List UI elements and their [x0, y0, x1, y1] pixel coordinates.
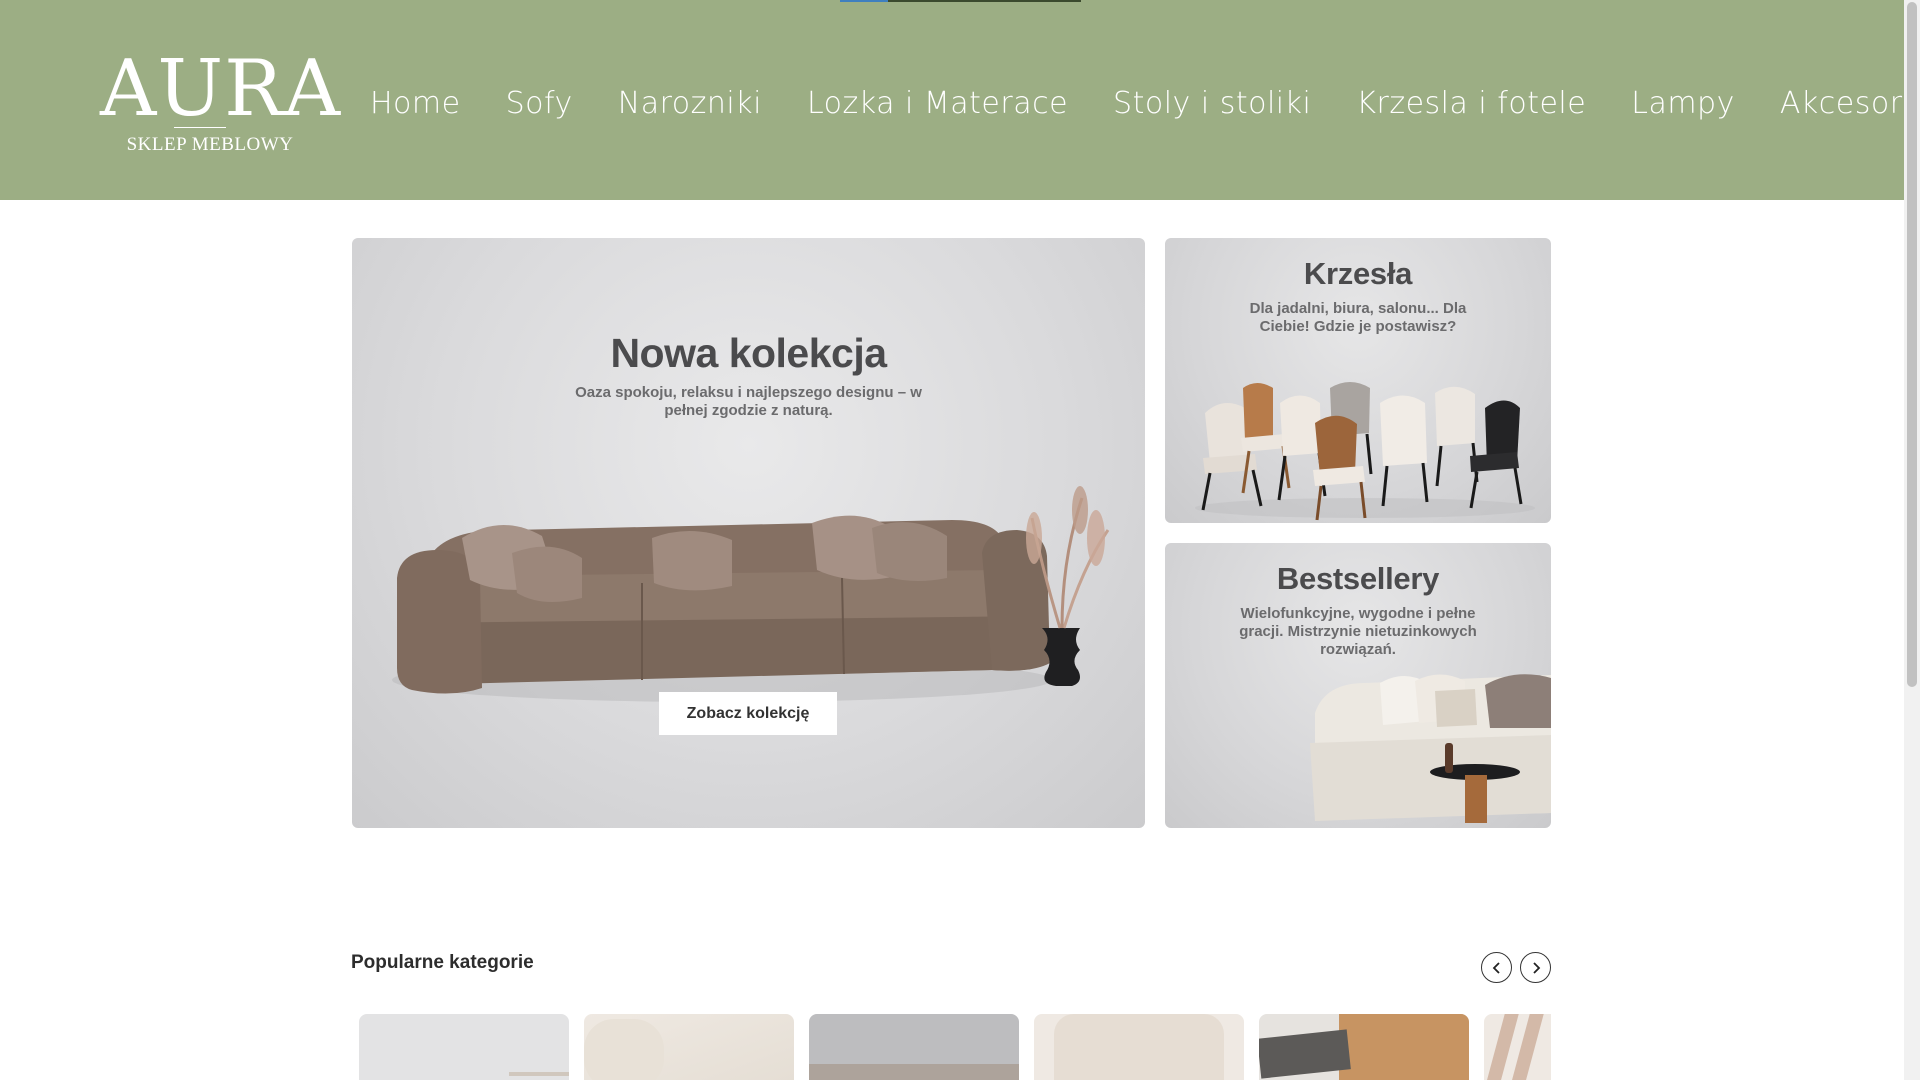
logo-wordmark: AURA: [100, 44, 342, 134]
main-nav: Home Sofy Narozniki Lozka i Materace Sto…: [370, 86, 1920, 121]
category-tile[interactable]: [359, 1014, 569, 1080]
carousel-prev-button[interactable]: [1481, 952, 1512, 983]
category-tile[interactable]: [1484, 1014, 1551, 1080]
nav-home[interactable]: Home: [370, 86, 461, 121]
nav-krzesla-i-fotele[interactable]: Krzesla i fotele: [1356, 86, 1586, 121]
category-tile[interactable]: [809, 1014, 1019, 1080]
chevron-left-icon: [1492, 961, 1500, 974]
hero-title: Nowa kolekcja: [610, 330, 887, 376]
nav-stoly-i-stoliki[interactable]: Stoly i stoliki: [1113, 86, 1311, 121]
logo-rule: [174, 127, 226, 128]
nav-akcesoria[interactable]: Akcesoria: [1780, 86, 1920, 121]
carousel-next-button[interactable]: [1520, 952, 1551, 983]
nav-lozka-i-materace[interactable]: Lozka i Materace: [807, 86, 1068, 121]
category-carousel: [359, 1014, 1551, 1080]
nav-narozniki[interactable]: Narozniki: [618, 86, 762, 121]
chairs-image: [1195, 382, 1535, 521]
chevron-right-icon: [1532, 961, 1540, 974]
category-tile[interactable]: [584, 1014, 794, 1080]
hero-subtitle: Oaza spokoju, relaksu i najlepszego desi…: [575, 384, 922, 419]
site-logo[interactable]: AURA SKLEP MEBLOWY: [100, 44, 342, 160]
nav-lampy[interactable]: Lampy: [1631, 86, 1735, 121]
page-load-progress: [840, 0, 1081, 2]
bestseller-sofa-image: [1310, 674, 1551, 823]
site-header: AURA SKLEP MEBLOWY Home Sofy Narozniki L…: [0, 0, 1920, 200]
promo-card-chairs[interactable]: Krzesła Dla jadalni, biura, salonu... Dl…: [1165, 238, 1551, 523]
scrollbar-thumb[interactable]: [1907, 2, 1917, 687]
hero-banner-new-collection[interactable]: Nowa kolekcja Oaza spokoju, relaksu i na…: [352, 238, 1145, 828]
logo-subtitle: SKLEP MEBLOWY: [126, 134, 294, 155]
category-tile[interactable]: [1259, 1014, 1469, 1080]
see-collection-button[interactable]: Zobacz kolekcję: [659, 692, 837, 735]
nav-sofy[interactable]: Sofy: [506, 86, 573, 121]
sofa-image: [392, 486, 1110, 702]
page-scrollbar[interactable]: [1904, 0, 1920, 1080]
category-tile[interactable]: [1034, 1014, 1244, 1080]
popular-categories-title: Popularne kategorie: [351, 952, 534, 973]
promo-card-bestsellers[interactable]: Bestsellery Wielofunkcyjne, wygodne i pe…: [1165, 543, 1551, 828]
